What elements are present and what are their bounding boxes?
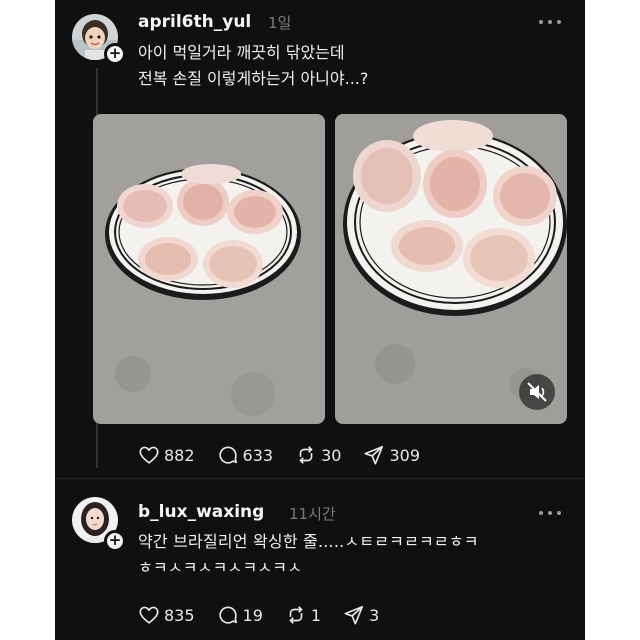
more-options-icon[interactable] (539, 18, 563, 26)
comment-button[interactable]: 633 (217, 444, 274, 466)
post-text: 아이 먹일거라 깨끗히 닦았는데 전복 손질 이렇게하는거 아니야...? (138, 40, 368, 92)
send-icon (344, 605, 364, 625)
like-count: 882 (164, 445, 195, 465)
post-image[interactable] (93, 114, 325, 424)
thread-feed: + april6th_yul 1일 아이 먹일거라 깨끗히 닦았는데 전복 손질… (55, 0, 585, 640)
comment-count: 633 (242, 445, 274, 465)
post: + april6th_yul 1일 아이 먹일거라 깨끗히 닦았는데 전복 손질… (55, 0, 585, 478)
comment-count: 19 (242, 605, 263, 625)
like-button[interactable]: 882 (138, 444, 195, 466)
username[interactable]: b_lux_waxing (138, 502, 264, 522)
username[interactable]: april6th_yul (138, 12, 251, 32)
send-icon (364, 445, 384, 465)
post-actions: 835 19 1 3 (138, 604, 401, 626)
post-text-line: 전복 손질 이렇게하는거 아니야...? (138, 69, 369, 88)
heart-icon (139, 446, 159, 464)
heart-icon (139, 606, 159, 624)
repost-button[interactable]: 30 (295, 444, 341, 466)
repost-count: 1 (310, 605, 322, 625)
comment-icon (218, 446, 237, 464)
repost-icon (299, 446, 313, 464)
post-time: 1일 (268, 14, 292, 32)
follow-plus-icon[interactable]: + (104, 530, 126, 552)
like-count: 835 (164, 605, 195, 625)
post-actions: 882 633 30 309 (138, 444, 442, 466)
follow-plus-icon[interactable]: + (104, 43, 126, 65)
share-count: 309 (389, 445, 420, 465)
repost-icon (289, 606, 303, 624)
comment-button[interactable]: 19 (217, 604, 263, 626)
muted-speaker-icon[interactable] (519, 374, 555, 410)
post-video[interactable] (335, 114, 567, 424)
post-text-line: 약간 브라질리언 왁싱한 줄.....ㅅㅌㄹㅋㄹㅋㄹㅎㅋ (138, 532, 479, 551)
share-count: 3 (369, 605, 380, 625)
like-button[interactable]: 835 (138, 604, 195, 626)
share-button[interactable]: 309 (363, 444, 420, 466)
share-button[interactable]: 3 (343, 604, 379, 626)
repost-button[interactable]: 1 (285, 604, 321, 626)
post-text-line: ㅎㅋㅅㅋㅅㅋㅅㅋㅅㅋㅅ (138, 558, 303, 577)
more-options-icon[interactable] (539, 509, 563, 517)
repost-count: 30 (321, 445, 342, 465)
post-text-line: 아이 먹일거라 깨끗히 닦았는데 (138, 43, 345, 62)
post-text: 약간 브라질리언 왁싱한 줄.....ㅅㅌㄹㅋㄹㅋㄹㅎㅋ ㅎㅋㅅㅋㅅㅋㅅㅋㅅㅋㅅ (138, 529, 479, 581)
comment-icon (218, 606, 237, 624)
post-time: 11시간 (289, 505, 336, 523)
post: + b_lux_waxing 11시간 약간 브라질리언 왁싱한 줄.....ㅅ… (55, 478, 585, 640)
